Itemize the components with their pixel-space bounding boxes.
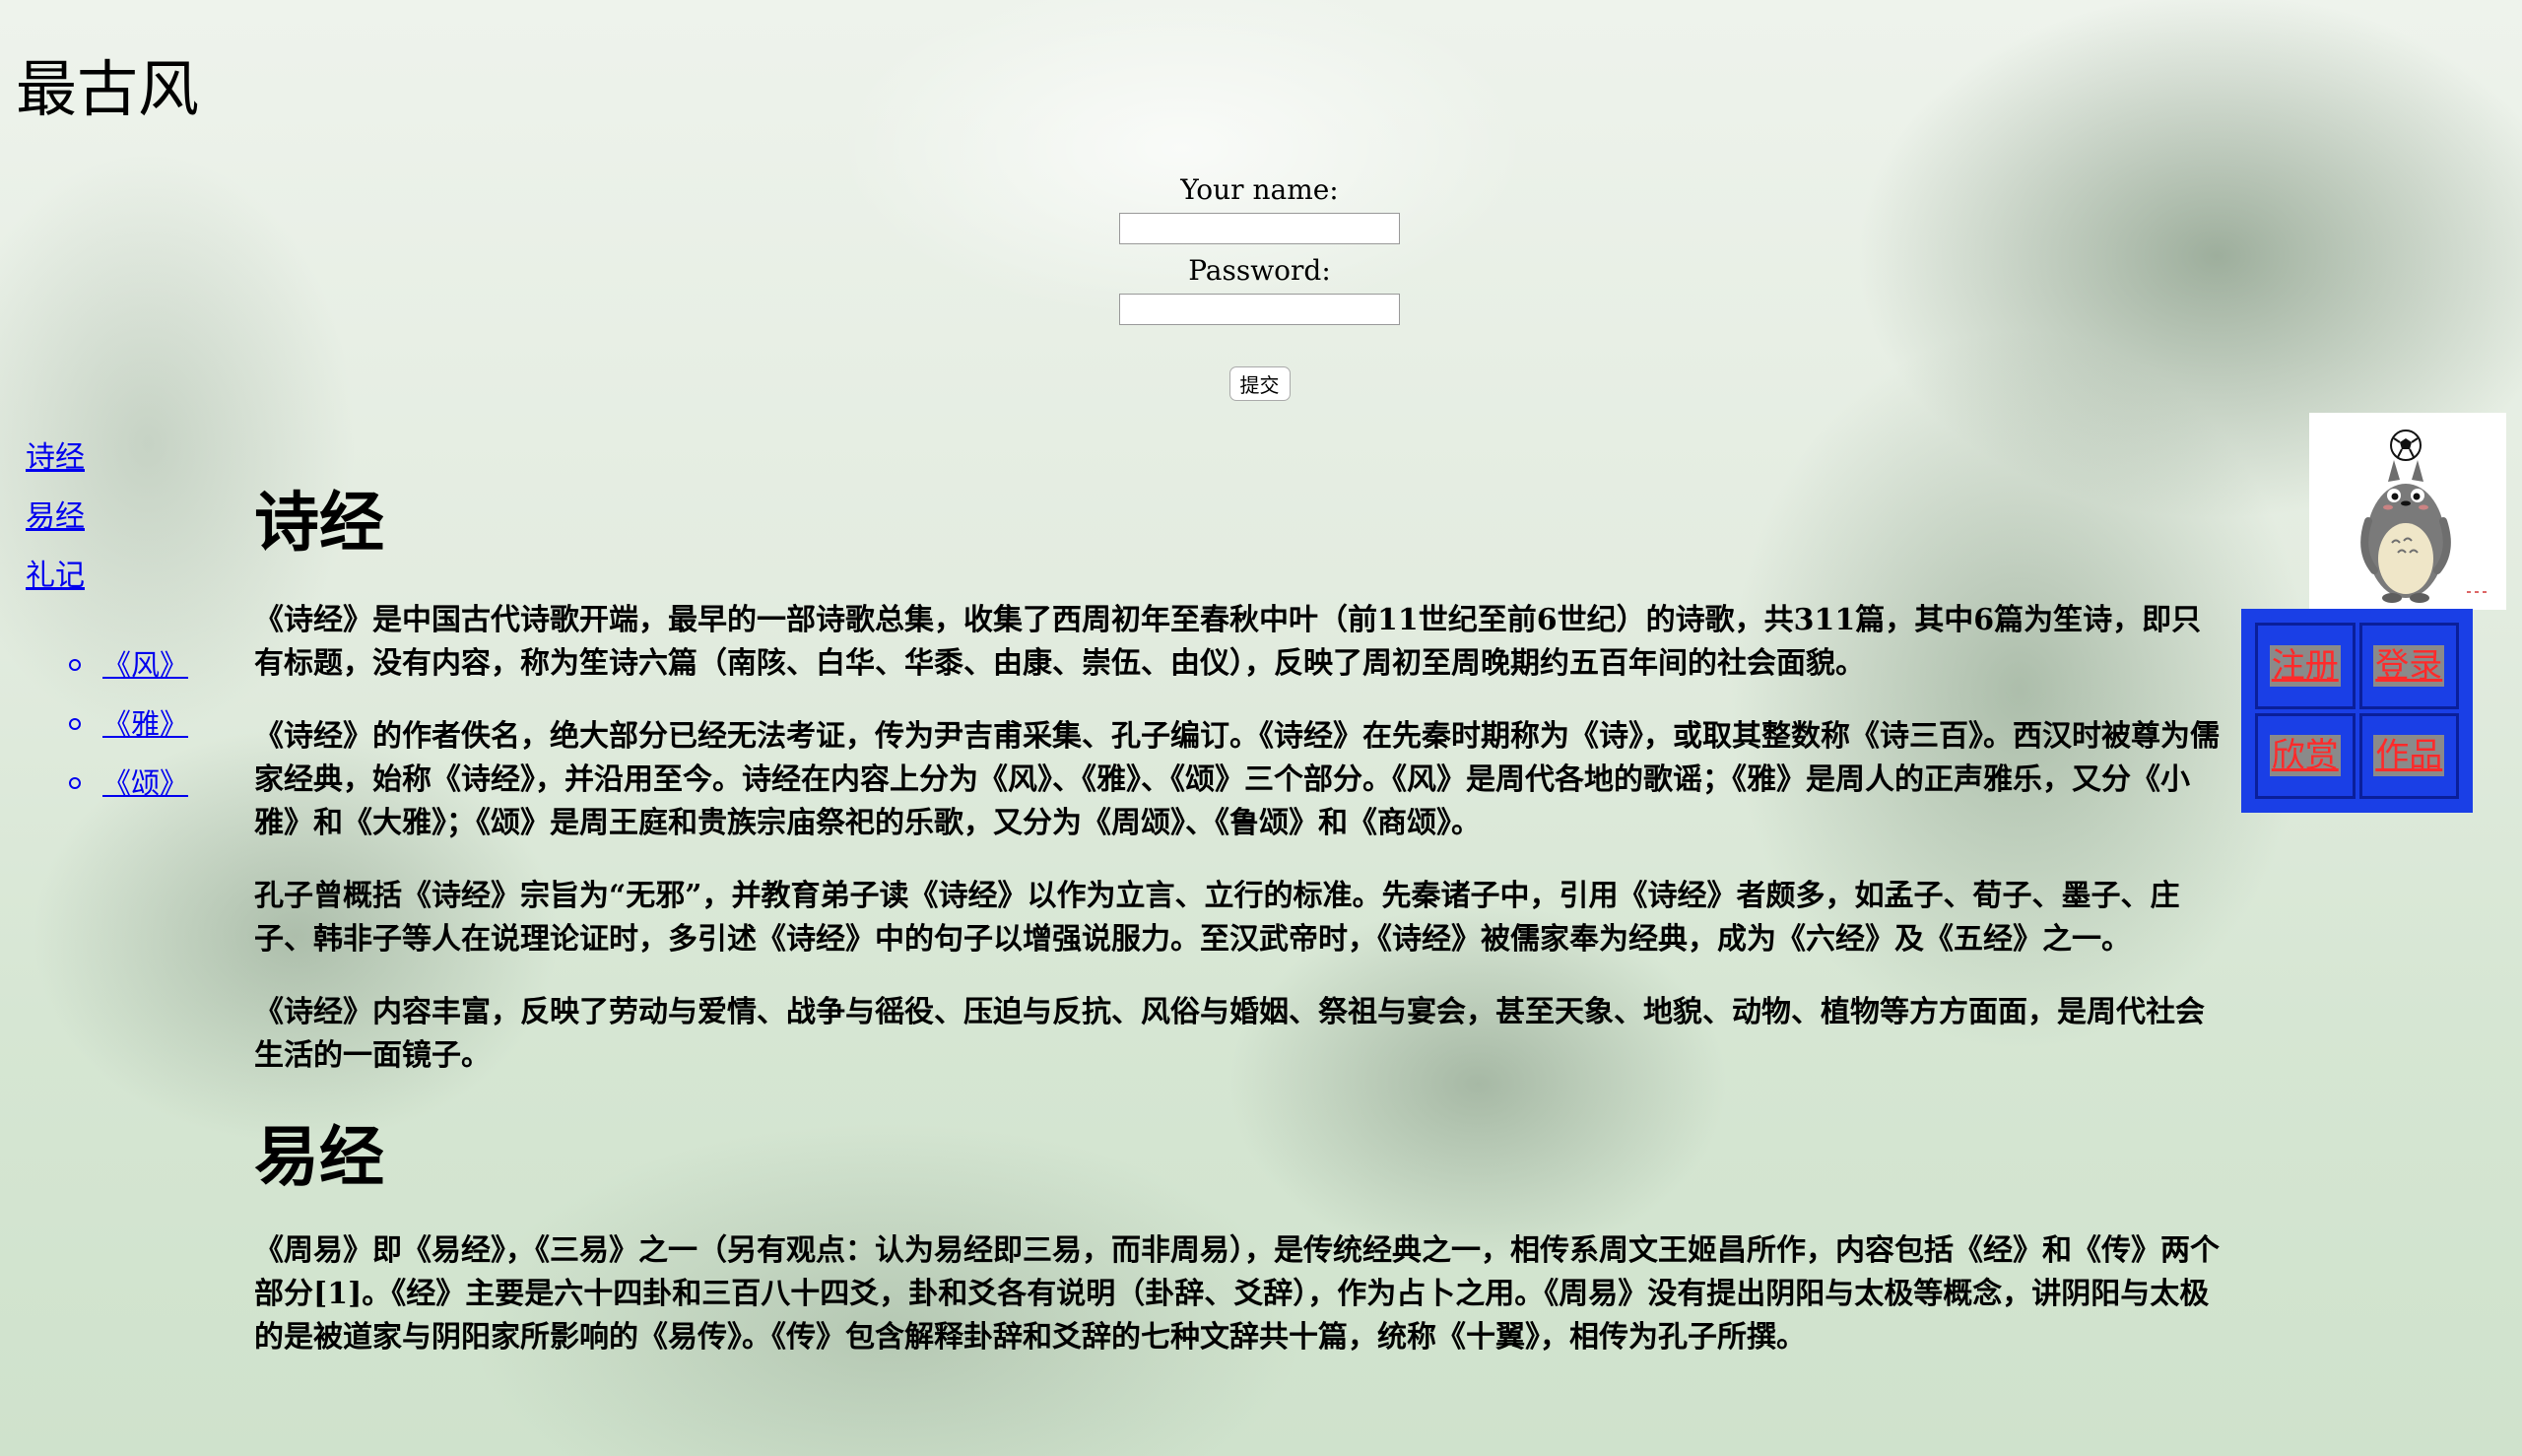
main-content: 诗经 《诗经》是中国古代诗歌开端，最早的一部诗歌总集，收集了西周初年至春秋中叶（…: [254, 473, 2224, 1389]
name-label: Your name:: [1180, 173, 1339, 206]
side-nav-link-shijing[interactable]: 诗经: [26, 429, 85, 488]
circle-bullet-icon: [69, 718, 81, 730]
nav-cell: 欣赏: [2255, 712, 2356, 799]
works-link[interactable]: 作品: [2373, 735, 2445, 777]
sub-nav-link-ya[interactable]: 《雅》: [102, 695, 188, 754]
login-link[interactable]: 登录: [2373, 644, 2445, 687]
paragraph: 孔子曾概括《诗经》宗旨为“无邪”，并教育弟子读《诗经》以作为立言、立行的标准。先…: [254, 879, 2180, 957]
paragraph: 《诗经》的作者佚名，绝大部分已经无法考证，传为尹吉甫采集、孔子编订。《诗经》在先…: [254, 719, 2220, 840]
circle-bullet-icon: [69, 659, 81, 671]
list-item: 《颂》: [69, 754, 188, 813]
totoro-with-soccer-ball-icon: [2309, 413, 2506, 610]
submit-button[interactable]: 提交: [1228, 366, 1291, 401]
nav-cell: 登录: [2358, 623, 2459, 709]
paragraph: 《诗经》是中国古代诗歌开端，最早的一部诗歌总集，收集了西周初年至春秋中叶（前11…: [254, 603, 2202, 681]
name-input[interactable]: [1119, 213, 1400, 244]
sub-nav-link-feng[interactable]: 《风》: [102, 635, 188, 695]
list-item: 《风》: [69, 635, 188, 695]
appreciate-link[interactable]: 欣赏: [2269, 735, 2341, 777]
nav-cell: 作品: [2358, 712, 2459, 799]
site-title: 最古风: [16, 53, 200, 125]
password-input[interactable]: [1119, 294, 1400, 325]
side-nav-link-liji[interactable]: 礼记: [26, 547, 85, 606]
paragraph: 《诗经》内容丰富，反映了劳动与爱情、战争与徭役、压迫与反抗、风俗与婚姻、祭祖与宴…: [254, 995, 2205, 1073]
nav-cell: 注册: [2255, 623, 2356, 709]
side-nav-link-yijing[interactable]: 易经: [26, 488, 85, 547]
section-title-shijing: 诗经: [254, 484, 384, 561]
login-form: Your name: Password: 提交: [1113, 167, 1406, 401]
side-nav: 诗经 易经 礼记: [26, 429, 85, 606]
paragraph: 《周易》即《易经》，《三易》之一（另有观点：认为易经即三易，而非周易），是传统经…: [254, 1233, 2220, 1355]
circle-bullet-icon: [69, 777, 81, 789]
register-link[interactable]: 注册: [2269, 644, 2341, 687]
sub-nav-list: 《风》 《雅》 《颂》: [69, 635, 188, 813]
section-title-yijing: 易经: [254, 1118, 384, 1195]
quick-nav-box: 注册 登录 欣赏 作品: [2241, 609, 2473, 813]
sub-nav-link-song[interactable]: 《颂》: [102, 754, 188, 813]
list-item: 《雅》: [69, 695, 188, 754]
page: 最古风 Your name: Password: 提交 诗经 易经 礼记 《风》…: [0, 0, 2522, 1456]
password-label: Password:: [1188, 254, 1331, 287]
